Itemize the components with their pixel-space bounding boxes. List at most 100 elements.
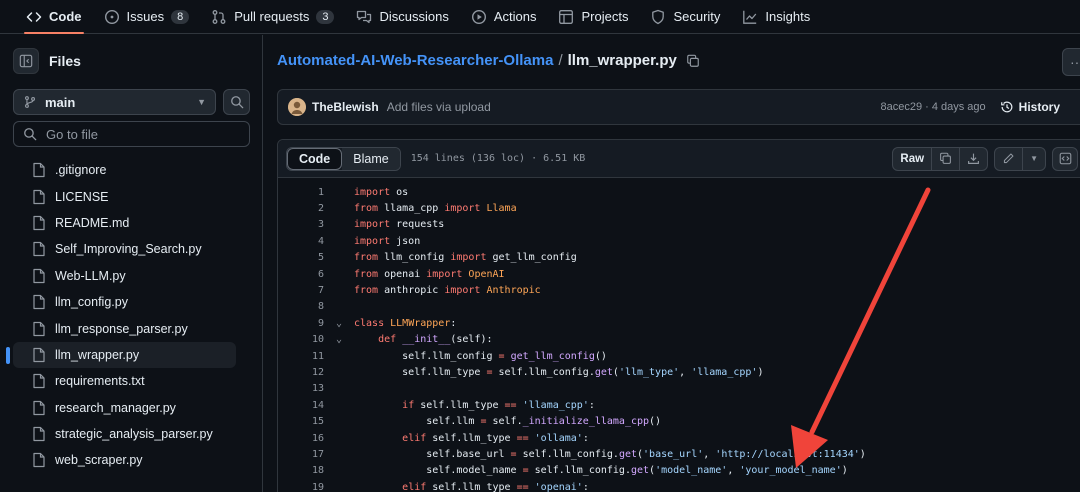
file-list: .gitignore LICENSE README.md Self_Improving… (6, 157, 236, 474)
file-tree-item-label: strategic_analysis_parser.py (55, 427, 213, 442)
code-line: 6 from openai import OpenAI (317, 268, 505, 280)
commit-meta[interactable]: 8acec29 · 4 days ago (880, 101, 985, 113)
history-button[interactable]: History (1000, 100, 1060, 114)
git-branch-icon (24, 96, 36, 108)
file-tree-item[interactable]: llm_config.py (13, 289, 236, 315)
file-icon (32, 452, 46, 468)
code-line: 5 from llm_config import get_llm_config (317, 252, 577, 264)
issues-count-badge: 8 (171, 9, 190, 24)
file-icon (32, 162, 46, 178)
file-tree-item-label: requirements.txt (55, 374, 145, 389)
file-tree-item[interactable]: README.md (13, 210, 236, 236)
download-button[interactable] (960, 148, 987, 170)
file-tree-item-label: LICENSE (55, 189, 109, 204)
search-files-button[interactable] (223, 89, 250, 115)
code-line: 12 self.llm_type = self.llm_config.get('… (311, 366, 764, 378)
file-tree-item[interactable]: Self_Improving_Search.py (13, 236, 236, 262)
code-view-button[interactable]: Code (287, 147, 343, 170)
tab-pull-requests[interactable]: Pull requests 3 (203, 0, 342, 33)
code-line: 16 elif self.llm_type == 'ollama': (311, 432, 589, 444)
collapse-sidebar-button[interactable] (13, 48, 39, 74)
file-icon (32, 373, 46, 389)
breadcrumb-file-name: llm_wrapper.py (567, 52, 677, 69)
file-icon (32, 426, 46, 442)
copy-path-button[interactable] (686, 54, 700, 68)
file-icon (32, 347, 46, 363)
file-tree-item[interactable]: llm_response_parser.py (13, 315, 236, 341)
edit-file-button[interactable] (995, 147, 1024, 170)
code-line: 1 import os (317, 186, 409, 198)
code-line: 7 from anthropic import Anthropic (317, 285, 541, 297)
code-blame-toggle: Code Blame (286, 146, 401, 171)
shield-icon (650, 9, 666, 25)
file-tree-item[interactable]: requirements.txt (13, 368, 236, 394)
fold-chevron-icon[interactable]: ⌄ (324, 334, 354, 345)
file-tree-item[interactable]: LICENSE (13, 183, 236, 209)
code-square-icon (1059, 152, 1071, 165)
tab-security-label: Security (673, 9, 721, 24)
tab-discussions[interactable]: Discussions (348, 0, 456, 33)
history-icon (1000, 101, 1013, 113)
file-tree-item[interactable]: strategic_analysis_parser.py (13, 421, 236, 447)
file-tree-item[interactable]: web_scraper.py (13, 447, 236, 473)
file-icon (32, 189, 46, 205)
file-icon (32, 294, 46, 310)
edit-options-dropdown[interactable]: ▼ (1023, 148, 1045, 170)
graph-icon (742, 9, 758, 25)
avatar[interactable] (288, 98, 306, 116)
tab-actions[interactable]: Actions (463, 0, 545, 33)
code-line: 10 ⌄ def __init__(self): (311, 334, 493, 346)
pencil-icon (1003, 153, 1014, 164)
symbols-panel-button[interactable] (1052, 146, 1078, 171)
file-tree-item-label: .gitignore (55, 163, 107, 178)
go-to-file-input[interactable] (46, 126, 236, 142)
play-icon (471, 9, 487, 25)
copy-raw-button[interactable] (932, 147, 961, 170)
tab-issues[interactable]: Issues 8 (96, 0, 198, 33)
code-line: 14 if self.llm_type == 'llama_cpp': (311, 399, 595, 411)
file-tree-item-label: llm_config.py (55, 295, 128, 310)
code-line: 9 ⌄ class LLMWrapper: (317, 317, 457, 329)
code-icon (26, 9, 42, 25)
file-tree-item[interactable]: research_manager.py (13, 395, 236, 421)
code-lines: 1 import os 2 from llama_cpp import Llama … (278, 184, 1080, 492)
tab-insights[interactable]: Insights (734, 0, 818, 33)
raw-copy-download-group: Raw (892, 146, 989, 171)
fold-chevron-icon[interactable]: ⌄ (324, 318, 354, 329)
code-line: 17 self.base_url = self.llm_config.get('… (311, 448, 866, 460)
code-line: 18 self.model_name = self.llm_config.get… (311, 465, 848, 477)
pull-requests-count-badge: 3 (316, 9, 335, 24)
go-to-file-field[interactable] (13, 121, 250, 147)
table-icon (558, 9, 574, 25)
tab-projects[interactable]: Projects (550, 0, 636, 33)
search-icon (24, 128, 37, 141)
file-tree-item[interactable]: .gitignore (13, 157, 236, 183)
tab-projects-label: Projects (581, 9, 629, 24)
files-title: Files (49, 53, 81, 69)
tab-code[interactable]: Code (18, 0, 90, 34)
file-info: 154 lines (136 loc) · 6.51 KB (410, 153, 586, 164)
file-tree-item-label: Web-LLM.py (55, 268, 126, 283)
file-tree-item[interactable]: llm_wrapper.py (6, 341, 236, 369)
commit-author[interactable]: TheBlewish (312, 100, 379, 114)
commit-message[interactable]: Add files via upload (387, 100, 491, 114)
edit-group: ▼ (994, 146, 1046, 171)
copy-icon (940, 152, 951, 164)
more-options-button[interactable]: ··· (1062, 48, 1080, 76)
raw-button[interactable]: Raw (893, 147, 933, 170)
tab-issues-label: Issues (126, 9, 165, 24)
file-tree-item[interactable]: Web-LLM.py (13, 263, 236, 289)
file-tree-item-label: web_scraper.py (55, 453, 143, 468)
file-icon (32, 268, 46, 284)
code-line: 19 elif self.llm_type == 'openai': (311, 481, 589, 492)
breadcrumb-repo-link[interactable]: Automated-AI-Web-Researcher-Ollama (277, 52, 553, 69)
file-tree-sidebar: Files main ▼ .gitignore LICENSE README.md S… (0, 35, 263, 492)
tab-security[interactable]: Security (642, 0, 728, 33)
branch-selector[interactable]: main ▼ (13, 89, 216, 115)
file-tree-item-label: README.md (55, 215, 130, 230)
tab-pull-requests-label: Pull requests (234, 9, 310, 24)
blame-view-button[interactable]: Blame (342, 147, 400, 170)
file-tree-item-label: research_manager.py (55, 400, 176, 415)
comment-discussion-icon (356, 9, 372, 25)
history-label: History (1018, 100, 1060, 114)
